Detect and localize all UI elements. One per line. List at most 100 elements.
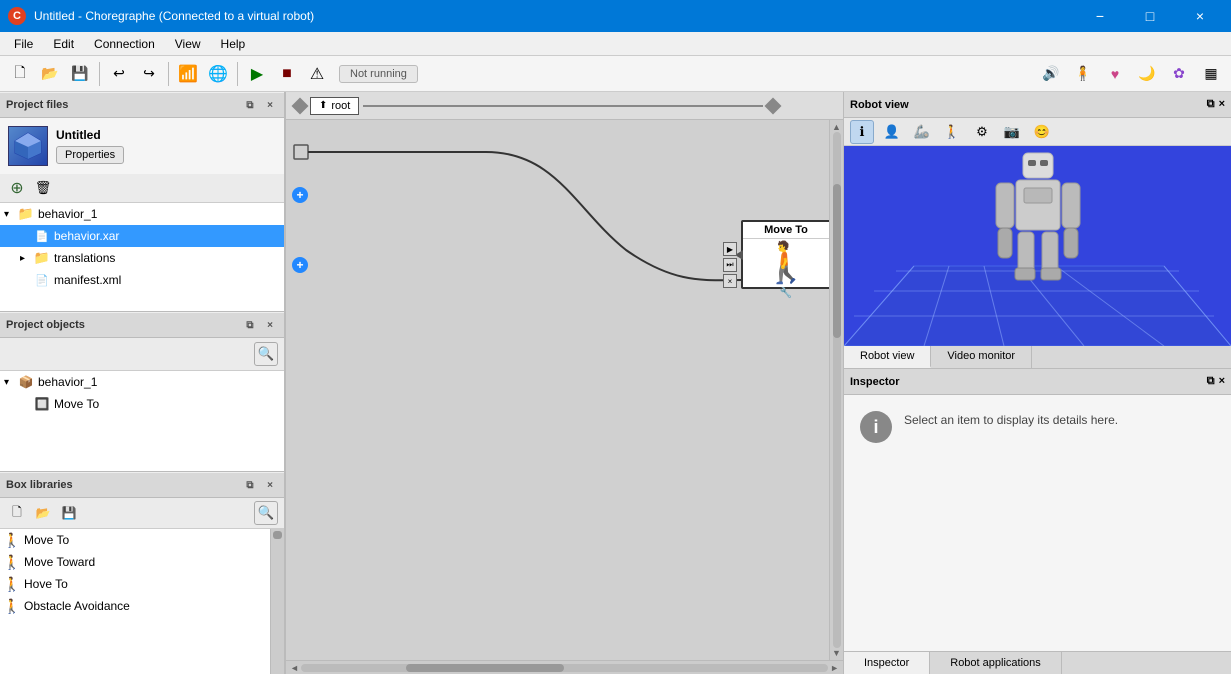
play-button[interactable]: ▶ (243, 60, 271, 88)
save-button[interactable]: 💾 (66, 60, 94, 88)
project-objects-controls: ⧉ × (242, 317, 278, 333)
project-files-float-button[interactable]: ⧉ (242, 97, 258, 113)
robot-view-float-button[interactable]: ⧉ (1207, 98, 1215, 111)
center-panel: ⬆ root (285, 92, 844, 674)
scroll-right-arrow[interactable]: ► (828, 663, 841, 673)
project-objects-title: Project objects (6, 319, 242, 331)
delete-file-button[interactable]: 🗑 (32, 177, 54, 199)
node-step-button[interactable]: ⏭ (723, 258, 737, 272)
inspector-body: i Select an item to display its details … (844, 395, 1231, 651)
bl-open-button[interactable]: 📂 (32, 502, 54, 524)
tab-robot-applications[interactable]: Robot applications (930, 652, 1062, 674)
window-title: Untitled - Choregraphe (Connected to a v… (34, 9, 1077, 23)
scroll-down-arrow[interactable]: ▼ (830, 648, 843, 658)
project-files-close-button[interactable]: × (262, 97, 278, 113)
menu-view[interactable]: View (165, 35, 211, 53)
rv-info-button[interactable]: ℹ (850, 120, 874, 144)
h-scroll-thumb[interactable] (406, 664, 564, 672)
canvas-inner: + + + (286, 120, 843, 660)
tree-item-behavior1-obj[interactable]: ▾ 📦 behavior_1 (0, 371, 284, 393)
volume-button[interactable]: 🔊 (1037, 60, 1065, 88)
redo-button[interactable]: ↪ (135, 60, 163, 88)
tree-item-translations[interactable]: ▸ 📁 translations (0, 247, 284, 269)
node-play-button[interactable]: ▶ (723, 242, 737, 256)
menu-edit[interactable]: Edit (43, 35, 84, 53)
rv-settings-button[interactable]: ⚙ (970, 120, 994, 144)
tree-item-behaviorxar[interactable]: 📄 behavior.xar (0, 225, 284, 247)
canvas-vertical-scrollbar[interactable]: ▲ ▼ (829, 120, 843, 660)
scroll-up-arrow[interactable]: ▲ (830, 122, 843, 132)
node-stop-button[interactable]: × (723, 274, 737, 288)
flower-button[interactable]: ✿ (1165, 60, 1193, 88)
box-libraries-header: Box libraries ⧉ × (0, 472, 284, 498)
inspector-close-button[interactable]: × (1219, 375, 1225, 388)
moon-button[interactable]: 🌙 (1133, 60, 1161, 88)
canvas-header: ⬆ root (286, 92, 843, 120)
alert-button[interactable]: ⚠ (303, 60, 331, 88)
new-button[interactable]: 🗋 (6, 60, 34, 88)
project-files-section: Project files ⧉ × Untitled (0, 92, 285, 312)
menu-connection[interactable]: Connection (84, 35, 165, 53)
rv-monitor-button[interactable]: 📷 (1000, 120, 1024, 144)
tab-inspector[interactable]: Inspector (844, 652, 930, 674)
rv-joints-button[interactable]: 🦾 (910, 120, 934, 144)
tab-robot-view[interactable]: Robot view (844, 346, 931, 368)
project-objects-search-bar: 🔍 (0, 338, 284, 371)
project-objects-close-button[interactable]: × (262, 317, 278, 333)
box-libraries-title: Box libraries (6, 479, 242, 491)
inspector-float-button[interactable]: ⧉ (1207, 375, 1215, 388)
rv-emotion-button[interactable]: 😊 (1030, 120, 1054, 144)
wifi-button[interactable]: 📶 (174, 60, 202, 88)
scroll-left-arrow[interactable]: ◄ (288, 663, 301, 673)
diamond-end-icon (765, 97, 782, 114)
stop-button[interactable]: ■ (273, 60, 301, 88)
minimize-button[interactable]: − (1077, 0, 1123, 32)
list-item-hoveto[interactable]: 🚶 Hove To (0, 573, 270, 595)
list-item-movetoward[interactable]: 🚶 Move Toward (0, 551, 270, 573)
list-item-obstacle[interactable]: 🚶 Obstacle Avoidance (0, 595, 270, 617)
h-scroll-track[interactable] (301, 664, 828, 672)
inspector-header: Inspector ⧉ × (844, 369, 1231, 395)
bl-search-button[interactable]: 🔍 (254, 501, 278, 525)
add-file-button[interactable]: ⊕ (6, 177, 28, 199)
properties-button[interactable]: Properties (56, 146, 124, 164)
folder-icon-trans: 📁 (34, 250, 50, 266)
project-objects-search-button[interactable]: 🔍 (254, 342, 278, 366)
box-libraries-close-button[interactable]: × (262, 477, 278, 493)
project-objects-float-button[interactable]: ⧉ (242, 317, 258, 333)
v-scroll-track[interactable] (833, 132, 841, 648)
project-name: Untitled (56, 128, 124, 142)
robot-view-section: Robot view ⧉ × ℹ 👤 🦾 🚶 ⚙ 📷 😊 (844, 92, 1231, 369)
tree-item-behavior1[interactable]: ▾ 📁 behavior_1 (0, 203, 284, 225)
person-button[interactable]: 🧍 (1069, 60, 1097, 88)
project-info: Untitled Properties (0, 118, 284, 174)
heart-button[interactable]: ♥ (1101, 60, 1129, 88)
bars-button[interactable]: ▦ (1197, 60, 1225, 88)
list-item-moveto[interactable]: 🚶 Move To (0, 529, 270, 551)
robot-view-close-button[interactable]: × (1219, 98, 1225, 111)
box-list-scrollbar[interactable] (270, 529, 284, 674)
tab-video-monitor[interactable]: Video monitor (931, 346, 1032, 368)
project-files-header: Project files ⧉ × (0, 92, 284, 118)
open-button[interactable]: 📂 (36, 60, 64, 88)
tree-item-manifest[interactable]: 📄 manifest.xml (0, 269, 284, 291)
rv-person-button[interactable]: 👤 (880, 120, 904, 144)
node-body: 🚶 (743, 239, 829, 287)
network-button[interactable]: 🌐 (204, 60, 232, 88)
app-icon: C (8, 7, 26, 25)
move-to-node[interactable]: ▶ ⏭ × Move To 🚶 🔧 (741, 220, 829, 289)
canvas-area[interactable]: + + + (286, 120, 829, 660)
menu-file[interactable]: File (4, 35, 43, 53)
tree-item-moveto-obj[interactable]: 🔲 Move To (0, 393, 284, 415)
maximize-button[interactable]: □ (1127, 0, 1173, 32)
undo-button[interactable]: ↩ (105, 60, 133, 88)
robot-view-title: Robot view (850, 99, 1207, 111)
bl-new-button[interactable]: 🗋 (6, 502, 28, 524)
v-scroll-thumb[interactable] (833, 184, 841, 339)
canvas-horizontal-scrollbar[interactable]: ◄ ► (286, 660, 843, 674)
menu-help[interactable]: Help (211, 35, 256, 53)
box-libraries-float-button[interactable]: ⧉ (242, 477, 258, 493)
rv-walk-button[interactable]: 🚶 (940, 120, 964, 144)
close-button[interactable]: × (1177, 0, 1223, 32)
bl-save-button[interactable]: 💾 (58, 502, 80, 524)
